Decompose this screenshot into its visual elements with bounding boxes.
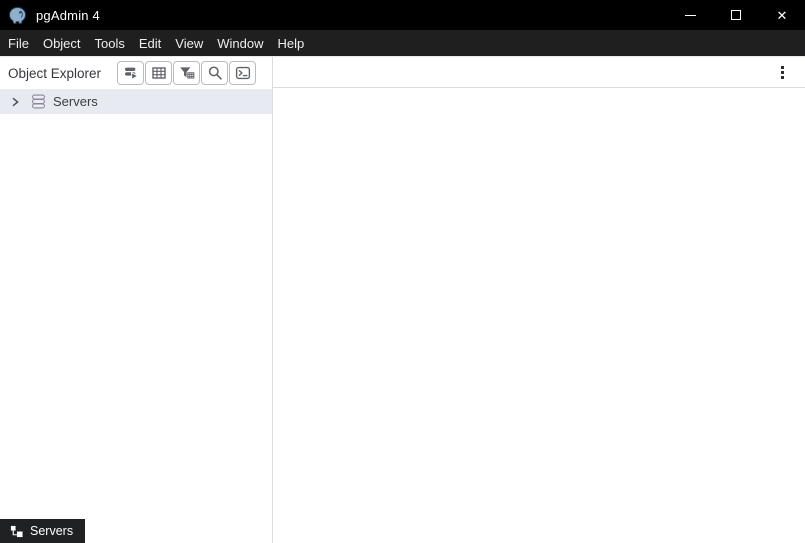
query-tool-icon bbox=[124, 67, 139, 81]
window-title: pgAdmin 4 bbox=[36, 7, 100, 23]
maximize-icon bbox=[731, 10, 741, 20]
title-bar: pgAdmin 4 ✕ bbox=[0, 0, 805, 30]
filtered-rows-icon bbox=[179, 67, 194, 79]
object-explorer-panel: Object Explorer Servers Servers bbox=[0, 57, 273, 543]
search-objects-button[interactable] bbox=[201, 61, 228, 85]
search-objects-icon bbox=[208, 66, 222, 80]
view-data-button[interactable] bbox=[145, 61, 172, 85]
tree-item-servers[interactable]: Servers bbox=[0, 89, 272, 114]
pgadmin-logo-icon bbox=[9, 6, 26, 24]
menu-help[interactable]: Help bbox=[271, 30, 312, 56]
close-icon: ✕ bbox=[776, 7, 788, 23]
bottom-tab-servers[interactable]: Servers bbox=[0, 519, 86, 543]
psql-tool-button[interactable] bbox=[229, 61, 256, 85]
object-explorer-toolbar bbox=[117, 61, 256, 85]
tree-item-label: Servers bbox=[53, 94, 98, 109]
object-explorer-tree: Servers bbox=[0, 89, 272, 543]
object-explorer-title: Object Explorer bbox=[8, 65, 102, 81]
view-data-icon bbox=[151, 67, 166, 79]
psql-tool-icon bbox=[235, 66, 250, 80]
kebab-menu-icon[interactable] bbox=[778, 63, 787, 82]
server-stack-icon bbox=[32, 94, 45, 109]
menu-window[interactable]: Window bbox=[210, 30, 270, 56]
content-area: Object Explorer Servers Servers bbox=[0, 56, 805, 543]
close-button[interactable]: ✕ bbox=[759, 0, 805, 30]
minimize-icon bbox=[684, 14, 696, 16]
window-controls: ✕ bbox=[667, 0, 805, 30]
menu-view[interactable]: View bbox=[168, 30, 210, 56]
menu-tools[interactable]: Tools bbox=[88, 30, 132, 56]
menu-object[interactable]: Object bbox=[36, 30, 88, 56]
maximize-button[interactable] bbox=[713, 0, 759, 30]
minimize-button[interactable] bbox=[667, 0, 713, 30]
object-explorer-header: Object Explorer bbox=[0, 57, 272, 89]
bottom-tab-label: Servers bbox=[30, 524, 74, 538]
main-panel-body bbox=[273, 88, 805, 543]
menu-file[interactable]: File bbox=[1, 30, 36, 56]
main-panel-header bbox=[273, 57, 805, 88]
chevron-right-icon[interactable] bbox=[10, 97, 20, 107]
menu-bar: File Object Tools Edit View Window Help bbox=[0, 30, 805, 56]
tree-hierarchy-icon bbox=[10, 525, 23, 537]
query-tool-button[interactable] bbox=[117, 61, 144, 85]
main-panel bbox=[273, 57, 805, 543]
filtered-rows-button[interactable] bbox=[173, 61, 200, 85]
menu-edit[interactable]: Edit bbox=[132, 30, 168, 56]
